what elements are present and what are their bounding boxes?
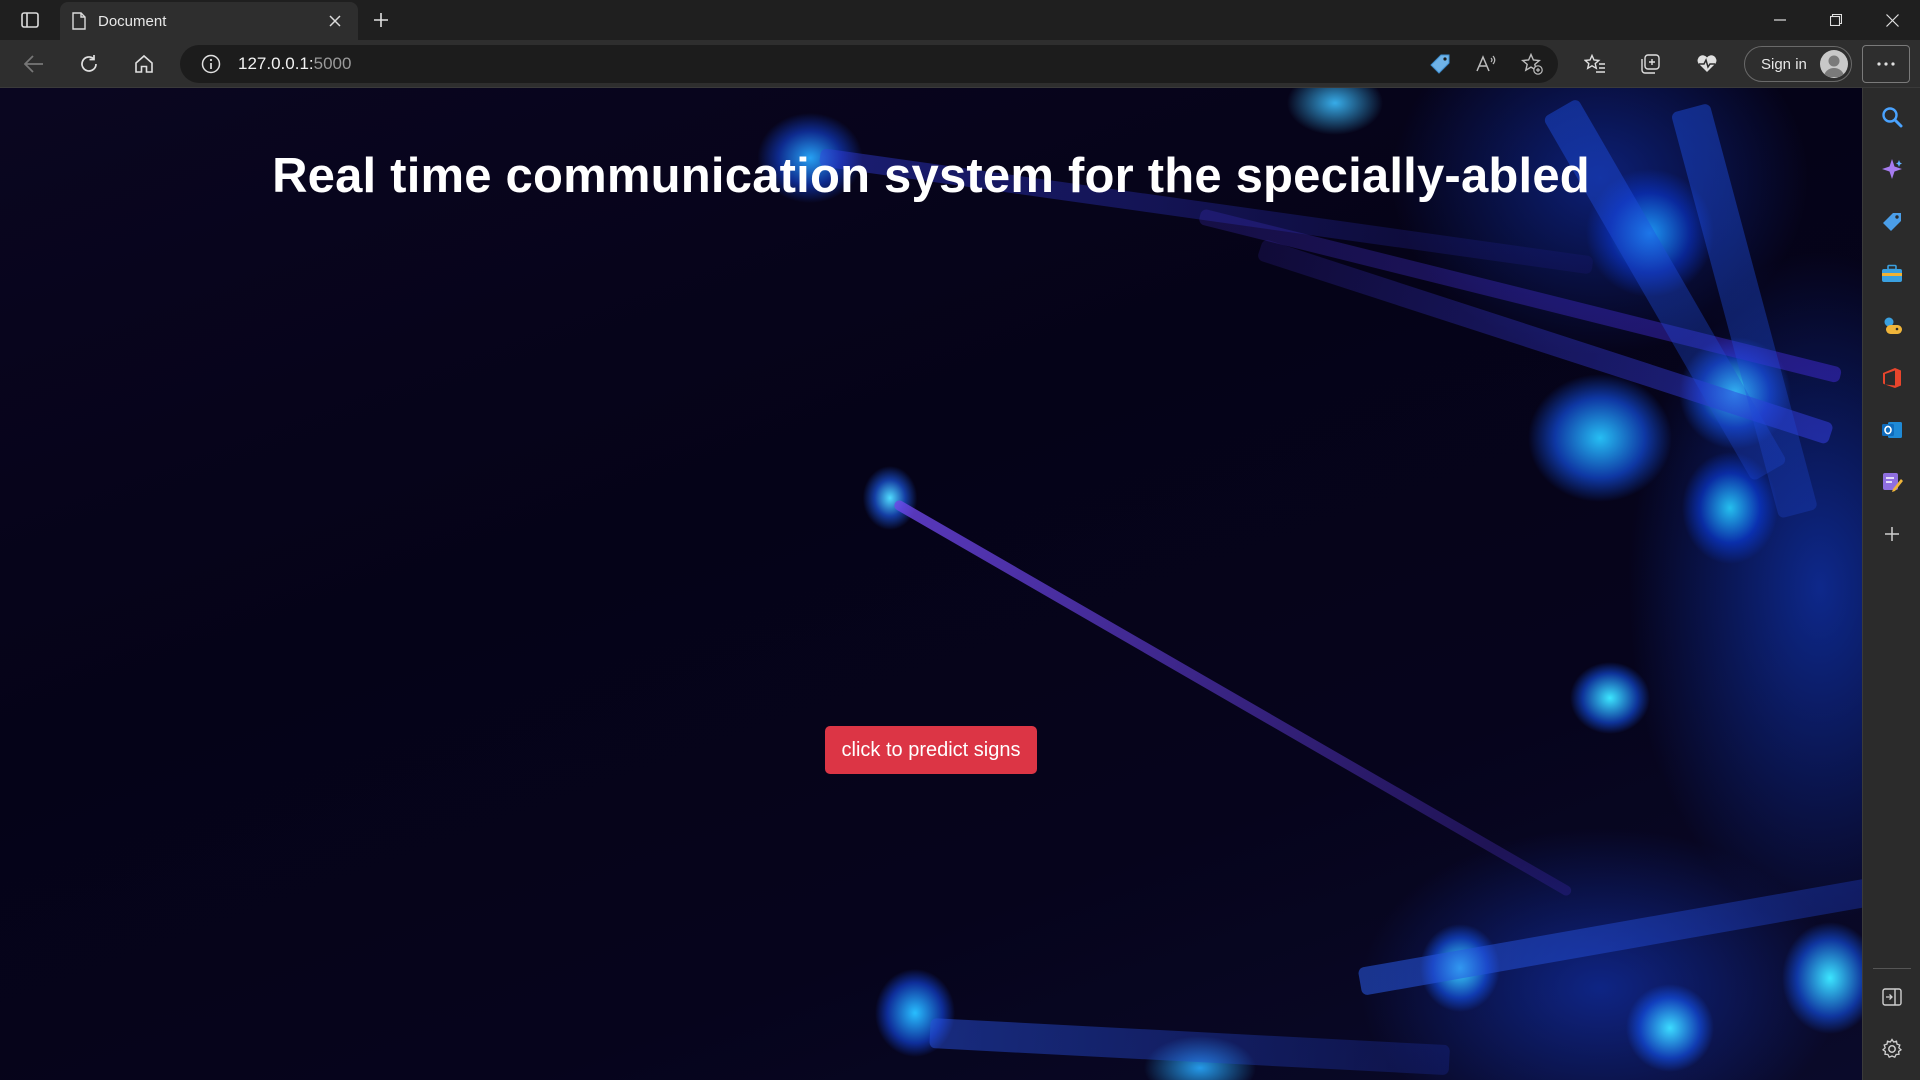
sign-in-button[interactable]: Sign in	[1744, 46, 1852, 82]
restore-button[interactable]	[1808, 0, 1864, 40]
background-fiber	[1357, 877, 1862, 996]
site-info-button[interactable]	[200, 53, 222, 75]
hide-sidebar-button[interactable]	[1874, 979, 1910, 1015]
url-port: 5000	[313, 54, 352, 73]
url-host: 127.0.0.1:	[238, 54, 314, 73]
close-window-icon	[1885, 13, 1899, 27]
sidebar-divider	[1873, 968, 1911, 969]
office-icon	[1883, 368, 1901, 388]
sidebar-copilot-button[interactable]	[1874, 151, 1910, 187]
refresh-button[interactable]	[71, 48, 107, 80]
add-icon	[1885, 527, 1899, 541]
shopping-tag-button[interactable]	[1427, 52, 1453, 76]
tools-icon	[1882, 264, 1902, 282]
new-tab-button[interactable]	[366, 6, 396, 34]
sidebar-office-button[interactable]	[1874, 360, 1910, 396]
minimize-icon	[1774, 19, 1786, 21]
background-fiber	[892, 498, 1573, 898]
more-icon	[1877, 62, 1895, 66]
sidebar-search-button[interactable]	[1874, 99, 1910, 135]
games-icon	[1884, 317, 1902, 334]
close-window-button[interactable]	[1864, 0, 1920, 40]
tab-actions-icon	[21, 12, 39, 28]
edge-sidebar	[1862, 88, 1920, 1080]
collections-button[interactable]	[1632, 48, 1668, 80]
sidebar-settings-button[interactable]	[1874, 1031, 1910, 1067]
hide-sidebar-icon	[1882, 988, 1902, 1006]
browser-essentials-button[interactable]	[1689, 48, 1725, 80]
address-bar[interactable]: 127.0.0.1:5000	[180, 45, 1558, 83]
close-tab-button[interactable]	[324, 10, 346, 32]
back-icon	[24, 55, 43, 73]
add-favorite-button[interactable]	[1519, 52, 1545, 76]
settings-icon	[1881, 1038, 1903, 1059]
background-fiber	[929, 1018, 1451, 1076]
profile-icon	[1820, 50, 1848, 78]
predict-signs-button[interactable]: click to predict signs	[825, 726, 1037, 774]
home-icon	[135, 54, 153, 73]
minimize-button[interactable]	[1752, 0, 1808, 40]
favorites-icon	[1584, 54, 1605, 73]
sidebar-outlook-button[interactable]	[1874, 412, 1910, 448]
search-icon	[1882, 107, 1903, 128]
sign-in-label: Sign in	[1761, 55, 1807, 73]
tab-actions-button[interactable]	[14, 8, 46, 32]
back-button[interactable]	[16, 48, 52, 80]
collections-icon	[1641, 54, 1660, 74]
page-viewport: Real time communication system for the s…	[0, 88, 1862, 1080]
shopping-tag-icon	[1430, 54, 1450, 74]
copilot-icon	[1882, 159, 1902, 179]
home-button[interactable]	[126, 48, 162, 80]
settings-and-more-button[interactable]	[1862, 45, 1910, 83]
browser-toolbar: 127.0.0.1:5000 Sign in	[0, 40, 1920, 88]
add-favorite-icon	[1521, 53, 1543, 75]
sidebar-shopping-button[interactable]	[1874, 204, 1910, 240]
restore-icon	[1830, 14, 1842, 26]
outlook-icon	[1882, 422, 1902, 438]
read-aloud-button[interactable]	[1473, 52, 1499, 76]
info-icon	[201, 54, 221, 74]
url-text[interactable]: 127.0.0.1:5000	[238, 54, 351, 74]
tab-title: Document	[98, 12, 167, 30]
refresh-icon	[81, 55, 97, 72]
browser-essentials-icon	[1697, 55, 1717, 72]
shopping-icon	[1883, 213, 1901, 231]
browser-tab[interactable]: Document	[60, 2, 358, 40]
document-icon	[72, 12, 86, 30]
plus-icon	[374, 13, 388, 27]
sidebar-games-button[interactable]	[1874, 308, 1910, 344]
favorites-button[interactable]	[1577, 48, 1613, 80]
page-title: Real time communication system for the s…	[272, 149, 1590, 203]
close-icon	[329, 15, 341, 27]
sidebar-tools-button[interactable]	[1874, 256, 1910, 292]
read-aloud-icon	[1476, 55, 1496, 72]
sidebar-add-button[interactable]	[1874, 516, 1910, 552]
window-controls	[1752, 0, 1920, 40]
title-bar: Document	[0, 0, 1920, 40]
drop-icon	[1883, 473, 1903, 492]
sidebar-drop-button[interactable]	[1874, 464, 1910, 500]
